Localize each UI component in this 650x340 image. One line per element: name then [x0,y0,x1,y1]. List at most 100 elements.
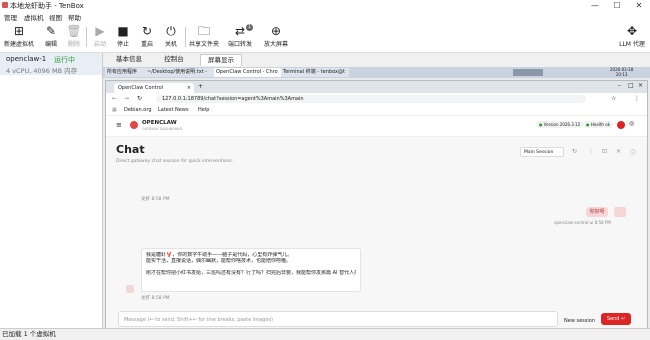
title-bar: 本地龙虾助手 - TenBox — ☐ ✕ [0,0,650,11]
workspace-switcher[interactable] [513,69,543,76]
close-chat-icon[interactable]: × [616,148,621,155]
llm-proxy-button[interactable]: ✥ LLM 代理 [618,24,646,51]
taskbar-item-browser[interactable]: OpenClaw Control - Chro [214,68,282,77]
vm-name: openclaw-1 [6,55,47,63]
browser-tab-strip: OpenClaw Control × + – □ × [106,81,647,93]
taskbar-item-apps[interactable]: 所有应用程序 [105,68,146,77]
vm-status: 运行中 [54,56,75,64]
apps-grid-icon[interactable]: ▦ [112,106,117,114]
minimize-browser-icon[interactable]: – [618,82,621,89]
port-count-badge: 1 [246,24,253,31]
health-label: Health [590,122,604,127]
bookmark-help[interactable]: Help [198,106,209,114]
assistant-message: 我是糖虾🦞，你的数字牛助手——脑子是代码，心里有炸弹气儿。 能实干活，直接说话，… [141,248,361,292]
shutdown-button[interactable]: ⏻ 关机 [157,24,185,51]
guest-screen[interactable]: 所有应用程序 ~/Desktop/使用说明.txt - OpenClaw Con… [103,67,650,330]
brand-subtitle: GATEWAY DASHBOARD [142,127,183,131]
send-button[interactable]: Send ↵ [601,313,631,325]
version-value: 2026.3.12 [559,122,581,127]
bookmark-star-icon[interactable]: ☆ [611,95,616,102]
page-subtitle: Direct gateway chat session for quick in… [116,159,234,164]
chat-area: Chat Direct gateway chat session for qui… [106,137,647,329]
user-message-time: 8:58 PM [594,220,611,225]
maximize-button[interactable]: ☐ [606,0,628,11]
power-icon: ⏻ [166,24,176,38]
version-label: Version [543,122,559,127]
message-meta: 龙虾 8:58 PM [141,295,170,301]
forward-icon[interactable]: → [124,95,129,102]
app-header: ≡ OPENCLAW GATEWAY DASHBOARD ● Version 2… [106,116,647,137]
info-icon[interactable]: ⓘ [630,148,636,157]
tab-console[interactable]: 控制台 [155,54,193,65]
maximize-browser-icon[interactable]: □ [628,82,634,89]
shared-folder-label: 共享文件夹 [188,41,219,48]
vm-list-item[interactable]: openclaw-1 运行中 4 vCPU, 4096 MB 内存 [0,53,102,75]
status-bar: 已加载 1 个虚拟机 [0,328,650,339]
plus-box-icon: ⊞ [13,24,25,38]
tab-close-icon[interactable]: × [187,83,191,93]
assistant-avatar [126,285,134,293]
health-dot-icon: ● [586,122,590,127]
zoom-in-icon: ⊕ [270,24,282,38]
bookmarks-bar: ▦ Debian.org Latest News Help [106,105,647,116]
version-dot-icon: ● [539,122,543,127]
shared-folder-button[interactable]: 🗀 共享文件夹 [189,24,219,51]
message-meta: 龙虾 8:58 PM [141,196,170,202]
guest-clock-time: 20:13 [615,72,628,77]
bookmark-latest-news[interactable]: Latest News [158,106,189,114]
user-message: 你好呀 [586,207,608,217]
vm-specs: 4 vCPU, 4096 MB 内存 [6,67,78,75]
port-forward-button[interactable]: ⇄ 端口转发 1 [226,24,254,51]
assistant-name: 龙虾 [141,197,150,202]
browser-tab-title: OpenClaw Control [118,85,164,91]
port-forward-label: 端口转发 [227,41,252,48]
openclaw-logo-icon [130,121,138,129]
hamburger-menu-icon[interactable]: ≡ [116,121,122,129]
new-session-button[interactable]: New session [564,318,595,324]
browser-menu-icon[interactable]: ⋮ [634,95,640,102]
trash-icon: 🗑 [66,24,82,38]
taskbar-item-terminal[interactable]: Terminal 终端 - tenbox@t [281,68,349,77]
back-icon[interactable]: ← [112,95,117,102]
close-button[interactable]: ✕ [628,0,650,11]
browser-tab[interactable]: OpenClaw Control × [114,83,194,93]
user-avatar [614,207,626,217]
message-input[interactable]: Message (↩ to send, Shift+↩ for line bre… [118,311,558,327]
message-time: 8:58 PM [151,197,170,202]
new-vm-button[interactable]: ⊞ 新建虚拟机 [4,24,34,51]
vm-list: openclaw-1 运行中 4 vCPU, 4096 MB 内存 [0,53,103,328]
session-select[interactable]: Main Session [520,147,564,157]
health-badge: ● Health ok [583,121,613,128]
bookmark-debian[interactable]: Debian.org [124,106,152,114]
refresh-chat-icon[interactable]: ↻ [572,148,577,155]
more-options-icon[interactable]: ⋮ [588,148,594,155]
message-time: 8:58 PM [151,296,170,301]
tab-screen[interactable]: 屏幕显示 [200,54,242,66]
url-text: 127.0.0.1:18789/chat?session=agent%3Amai… [162,96,304,102]
new-tab-icon[interactable]: + [198,83,203,90]
app-logo-icon [2,2,8,8]
focus-icon[interactable]: ⊡ [602,148,607,155]
page-title: Chat [116,143,145,156]
version-badge: ● Version 2026.3.12 [536,121,584,128]
close-browser-icon[interactable]: × [638,82,643,89]
toolbar: ⊞ 新建虚拟机 ✎ 编辑 🗑 删除 ▶ 启动 ■ 停止 ↻ 重启 ⏻ 关机 🗀 … [0,21,650,53]
assistant-line: 刚才在帮你把小红书发给，三巡吗还有没有？行了吗？扫完后非要，我能帮你发那篇 AI… [146,270,356,276]
guest-taskbar: 所有应用程序 ~/Desktop/使用说明.txt - OpenClaw Con… [103,67,650,78]
assistant-name: 龙虾 [141,296,150,301]
enlarge-screen-label: 放大屏幕 [263,41,288,48]
reload-icon[interactable]: ↻ [137,95,142,102]
tab-basic-info[interactable]: 基本信息 [110,54,148,65]
taskbar-item-textfile[interactable]: ~/Desktop/使用说明.txt - [145,68,215,77]
move-arrows-icon: ✥ [626,24,638,38]
settings-icon[interactable]: ◎ [629,120,634,127]
menu-bar: 管理 虚拟机 视图 帮助 [0,11,650,22]
theme-toggle-icon[interactable] [617,121,625,129]
guest-clock: 2026-03-18 20:13 [610,67,633,77]
user-message-meta: openclaw-control-ui 8:58 PM [554,220,611,225]
enlarge-screen-button[interactable]: ⊕ 放大屏幕 [262,24,290,51]
browser-window: OpenClaw Control × + – □ × ← → ↻ 127.0.0… [105,80,648,330]
minimize-button[interactable]: — [584,0,606,11]
address-bar[interactable]: 127.0.0.1:18789/chat?session=agent%3Amai… [156,95,586,103]
folder-icon: 🗀 [197,24,210,38]
